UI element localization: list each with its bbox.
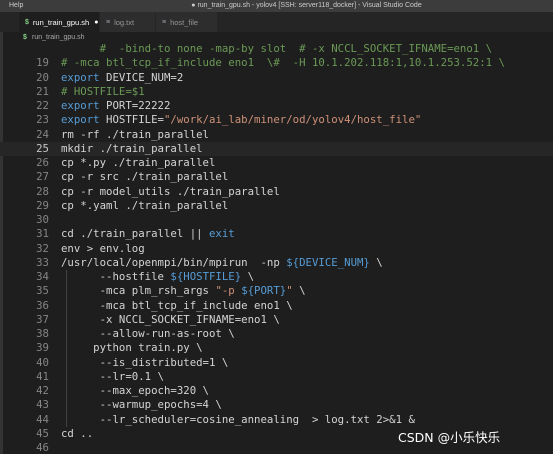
line-number: 44 — [36, 412, 49, 426]
line-number: 23 — [36, 113, 49, 127]
code-text[interactable]: cd ./train_parallel || exit — [61, 227, 235, 241]
text-file-icon: ≡ — [162, 18, 167, 26]
line-number: 21 — [36, 84, 49, 98]
code-text[interactable]: cp -r model_utils ./train_parallel — [61, 185, 280, 199]
code-line[interactable]: 29 cp *.yaml ./train_parallel — [0, 199, 553, 213]
line-number: 45 — [36, 426, 49, 440]
line-number: 28 — [36, 184, 49, 198]
window-title: ● run_train_gpu.sh - yolov4 [SSH: server… — [191, 2, 422, 9]
line-number: 30 — [36, 213, 49, 226]
title-bar: Help ● run_train_gpu.sh - yolov4 [SSH: s… — [0, 0, 553, 12]
tab-label: run_train_gpu.sh — [32, 17, 90, 27]
indent-guide — [66, 270, 67, 427]
code-text[interactable]: env > env.log — [61, 242, 145, 256]
line-number: 22 — [36, 99, 49, 112]
code-line[interactable]: 21 # HOSTFILE=$1 — [0, 85, 553, 99]
code-line[interactable]: 26 cp *.py ./train_parallel — [0, 156, 553, 170]
line-number: 32 — [36, 241, 49, 255]
line-number: 20 — [36, 70, 49, 84]
line-number: 43 — [36, 398, 49, 412]
code-text[interactable]: export DEVICE_NUM=2 — [61, 71, 183, 85]
line-number: 39 — [36, 341, 49, 355]
line-number: 34 — [36, 270, 49, 283]
text-file-icon: ≡ — [106, 18, 111, 26]
code-text[interactable]: # -mca btl_tcp_if_include eno1 \# -H 10.… — [61, 56, 505, 70]
watermark: CSDN @小乐快乐 — [398, 430, 501, 445]
code-text[interactable]: --hostfile ${HOSTFILE} \ — [61, 270, 254, 284]
code-line[interactable]: 44 --lr_scheduler=cosine_annealing > log… — [0, 413, 553, 427]
code-line[interactable]: 35 -mca plm_rsh_args "-p ${PORT}" \ — [0, 284, 553, 298]
unsaved-dot-icon[interactable]: ● — [94, 19, 98, 26]
tab-log-txt[interactable]: ≡ log.txt — [100, 12, 156, 32]
line-number: 46 — [36, 441, 49, 454]
tab-label: host_file — [170, 17, 199, 27]
line-number: 38 — [36, 327, 49, 340]
code-line[interactable]: 37 -x NCCL_SOCKET_IFNAME=eno1 \ — [0, 313, 553, 327]
code-text[interactable]: /usr/local/openmpi/bin/mpirun -np ${DEVI… — [61, 256, 383, 270]
tab-run-train-gpu[interactable]: $ run_train_gpu.sh ● — [19, 12, 100, 32]
code-text[interactable]: --warmup_epochs=4 \ — [61, 398, 222, 412]
line-number: 24 — [36, 127, 49, 141]
code-line[interactable]: 27 cp -r src ./train_parallel — [0, 170, 553, 184]
tab-host-file[interactable]: ≡ host_file — [156, 12, 218, 32]
code-line[interactable]: 20 export DEVICE_NUM=2 — [0, 71, 553, 85]
code-text[interactable]: -mca plm_rsh_args "-p ${PORT}" \ — [61, 284, 306, 298]
code-text[interactable]: cp *.py ./train_parallel — [61, 156, 215, 170]
code-text[interactable]: python train.py \ — [61, 341, 202, 355]
tab-label: log.txt — [114, 17, 135, 27]
line-number: 41 — [36, 369, 49, 383]
line-number: 37 — [36, 312, 49, 326]
code-text[interactable]: export HOSTFILE="/work/ai_lab/miner/od/y… — [61, 113, 421, 127]
code-text[interactable]: # HOSTFILE=$1 — [61, 85, 145, 99]
code-line[interactable]: 41 --lr=0.1 \ — [0, 370, 553, 384]
code-text[interactable]: cp *.yaml ./train_parallel — [61, 199, 228, 213]
code-text[interactable]: export PORT=22222 — [61, 99, 170, 113]
line-number: 35 — [36, 284, 49, 298]
line-number: 19 — [36, 56, 49, 70]
code-text[interactable]: --lr_scheduler=cosine_annealing > log.tx… — [61, 413, 415, 427]
code-line[interactable]: 28 cp -r model_utils ./train_parallel — [0, 185, 553, 199]
code-line[interactable]: 25 mkdir ./train_parallel — [0, 141, 553, 156]
tab-bar: $ run_train_gpu.sh ● ≡ log.txt ≡ host_fi… — [0, 12, 553, 32]
code-line[interactable]: 24 rm -rf ./train_parallel — [0, 128, 553, 142]
line-number: 42 — [36, 384, 49, 397]
code-text[interactable]: rm -rf ./train_parallel — [61, 128, 209, 142]
line-number: 25 — [36, 141, 49, 155]
code-line[interactable]: # -bind-to none -map-by slot # -x NCCL_S… — [0, 42, 553, 56]
code-line[interactable]: 38 --allow-run-as-root \ — [0, 327, 553, 341]
code-line[interactable]: 34 --hostfile ${HOSTFILE} \ — [0, 270, 553, 284]
code-line[interactable]: 30 — [0, 213, 553, 227]
code-text[interactable]: --allow-run-as-root \ — [61, 327, 235, 341]
code-line[interactable]: 42 --max_epoch=320 \ — [0, 384, 553, 398]
line-number: 40 — [36, 355, 49, 369]
code-text[interactable]: # -bind-to none -map-by slot # -x NCCL_S… — [61, 42, 493, 56]
line-number: 33 — [36, 255, 49, 269]
code-line[interactable]: 19 # -mca btl_tcp_if_include eno1 \# -H 1… — [0, 56, 553, 70]
line-number: 36 — [36, 298, 49, 312]
code-line[interactable]: 43 --warmup_epochs=4 \ — [0, 398, 553, 412]
code-line[interactable]: 39 python train.py \ — [0, 341, 553, 355]
code-line[interactable]: 40 --is_distributed=1 \ — [0, 356, 553, 370]
code-text[interactable]: mkdir ./train_parallel — [61, 142, 203, 156]
code-text[interactable]: cd .. — [61, 427, 93, 441]
code-text[interactable]: --is_distributed=1 \ — [61, 356, 229, 370]
code-editor[interactable]: # -bind-to none -map-by slot # -x NCCL_S… — [0, 42, 553, 454]
code-text[interactable]: --max_epoch=320 \ — [61, 384, 209, 398]
line-number: 26 — [36, 156, 49, 169]
shell-file-icon: $ — [25, 18, 29, 26]
code-text[interactable]: -x NCCL_SOCKET_IFNAME=eno1 \ — [61, 313, 280, 327]
code-line[interactable]: 32 env > env.log — [0, 242, 553, 256]
code-line[interactable]: 33/usr/local/openmpi/bin/mpirun -np ${DE… — [0, 256, 553, 270]
line-number: 31 — [36, 227, 49, 241]
code-line[interactable]: 36 -mca btl_tcp_if_include eno1 \ — [0, 299, 553, 313]
line-number: 27 — [36, 170, 49, 184]
code-line[interactable]: 23 export HOSTFILE="/work/ai_lab/miner/od… — [0, 113, 553, 127]
code-text[interactable]: -mca btl_tcp_if_include eno1 \ — [61, 299, 293, 313]
code-line[interactable]: 22 export PORT=22222 — [0, 99, 553, 113]
code-line[interactable]: 31 cd ./train_parallel || exit — [0, 227, 553, 241]
code-text[interactable]: cp -r src ./train_parallel — [61, 170, 228, 184]
code-text[interactable]: --lr=0.1 \ — [61, 370, 164, 384]
line-number: 29 — [36, 198, 49, 212]
